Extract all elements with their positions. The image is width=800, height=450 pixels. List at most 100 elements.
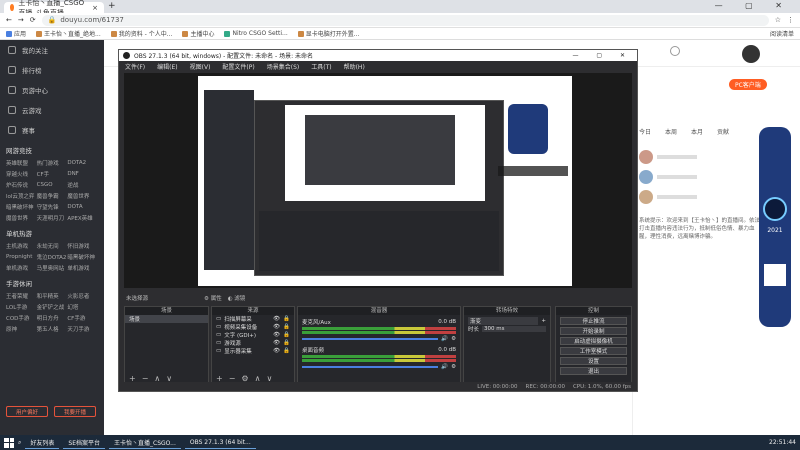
menu-file[interactable]: 文件(F) [125,62,145,71]
category-link[interactable]: 魔兽争霸 [37,192,68,200]
taskbar-item[interactable]: OBS 27.1.3 (64 bit... [184,436,256,449]
user-pref-button[interactable]: 用户偏好 [6,406,48,417]
reload-icon[interactable]: ⟳ [30,16,36,24]
control-button[interactable]: 停止推流 [560,317,627,325]
props-button[interactable]: ⚙ 属性 [204,294,222,302]
search-icon[interactable]: ⌕ [18,439,21,447]
bookmark-2[interactable]: 我的资料 - 个人中... [110,29,172,38]
control-button[interactable]: 工作室模式 [560,347,627,355]
menu-scene-collection[interactable]: 场景集合(S) [267,62,300,71]
bookmark-3[interactable]: 主播中心 [182,29,214,38]
bell-icon[interactable] [670,46,680,56]
category-link[interactable]: 火影忍者 [67,292,98,300]
lock-icon[interactable]: 🔒 [283,316,290,322]
tab-contrib[interactable]: 贡献 [717,127,729,136]
category-link[interactable]: 守望先锋 [37,203,68,211]
speaker-icon[interactable]: 🔊 [441,336,448,342]
tab-month[interactable]: 本月 [691,127,703,136]
control-button[interactable]: 设置 [560,357,627,365]
category-link[interactable]: 怀旧游戏 [67,242,98,250]
category-link[interactable]: CSGO [37,182,68,188]
category-link[interactable]: Propnight [6,254,37,260]
category-link[interactable]: 原神 [6,325,37,333]
pc-client-badge[interactable]: PC客户端 [729,79,767,90]
control-button[interactable]: 退出 [560,367,627,375]
source-item[interactable]: ▭ 扫描屏幕采 👁 🔒 [212,315,294,323]
source-item[interactable]: ▭ 游戏源 👁 🔒 [212,339,294,347]
bookmark-5[interactable]: 显卡电脑打开外置... [297,29,360,38]
category-link[interactable]: 马里奥网站 [37,264,68,272]
eye-icon[interactable]: 👁 [273,340,280,346]
category-link[interactable]: 天涯明月刀 [37,214,68,222]
bookmark-4[interactable]: Nitro CSGO Setti... [224,30,288,37]
taskbar-item[interactable]: 好友列表 [25,436,60,449]
menu-tools[interactable]: 工具(T) [311,62,331,71]
bookmark-1[interactable]: 王卡怡丶直播_绝地... [36,29,101,38]
source-item[interactable]: ▭ 文字 (GDI+) 👁 🔒 [212,331,294,339]
lock-icon[interactable]: 🔒 [283,332,290,338]
tab-today[interactable]: 今日 [639,127,651,136]
category-link[interactable]: 炉石传说 [6,181,37,189]
category-link[interactable]: 魔兽世界 [6,214,37,222]
duration-input[interactable]: 300 ms [482,326,546,332]
bookmark-apps[interactable]: 应用 [6,29,26,38]
window-controls[interactable]: — ▢ ✕ [572,52,633,59]
menu-view[interactable]: 视图(V) [190,62,211,71]
gear-icon[interactable]: ⚙ [451,364,456,370]
category-link[interactable]: COD手游 [6,314,37,322]
new-tab-button[interactable]: + [108,1,116,11]
control-button[interactable]: 开始录制 [560,327,627,335]
lock-icon[interactable]: 🔒 [283,340,290,346]
category-link[interactable]: 明日方舟 [37,314,68,322]
category-link[interactable]: DOTA [67,204,98,210]
window-controls[interactable]: — ▢ ✕ [715,1,792,10]
menu-profile[interactable]: 配置文件(P) [222,62,254,71]
category-link[interactable]: lol云顶之弈 [6,192,37,200]
gear-icon[interactable]: ⚙ [451,336,456,342]
category-link[interactable]: 热门游戏 [37,159,68,167]
category-link[interactable]: DOTA2 [67,160,98,166]
volume-slider[interactable] [302,338,439,340]
windows-start-icon[interactable] [4,437,14,448]
category-link[interactable]: CF手游 [67,314,98,322]
sidebar-item-events[interactable]: 赛事 [0,120,104,140]
category-link[interactable]: 金铲铲之战 [37,303,68,311]
taskbar-item[interactable]: 王卡怡丶直播_CSGO... [109,436,181,449]
add-icon[interactable]: + [541,318,546,324]
category-link[interactable]: 幻塔 [67,303,98,311]
category-link[interactable]: 暗黑破坏神 [67,253,98,261]
eye-icon[interactable]: 👁 [273,348,280,354]
url-input[interactable]: 🔒 douyu.com/61737 [41,14,769,26]
back-icon[interactable]: ← [6,16,12,24]
category-link[interactable]: CF手 [37,170,68,178]
sidebar-item-games[interactable]: 页游中心 [0,80,104,100]
tab-week[interactable]: 本周 [665,127,677,136]
category-link[interactable]: 单机游戏 [6,264,37,272]
lock-icon[interactable]: 🔒 [283,324,290,330]
category-link[interactable]: DNF [67,171,98,177]
category-link[interactable]: LOL手游 [6,303,37,311]
close-icon[interactable]: × [92,4,98,12]
category-link[interactable]: 暗黑破坏神 [6,203,37,211]
menu-edit[interactable]: 编辑(E) [157,62,177,71]
eye-icon[interactable]: 👁 [273,316,280,322]
eye-icon[interactable]: 👁 [273,332,280,338]
category-link[interactable]: 天刀手游 [67,325,98,333]
scene-item[interactable]: 场景 [125,315,208,323]
category-link[interactable]: 英雄联盟 [6,159,37,167]
sidebar-item-cloud[interactable]: 云游戏 [0,100,104,120]
category-link[interactable]: APEX英雄 [67,214,98,222]
speaker-icon[interactable]: 🔊 [441,364,448,370]
volume-slider[interactable] [302,366,439,368]
menu-icon[interactable]: ⋮ [787,16,794,24]
category-link[interactable]: 王者荣耀 [6,292,37,300]
category-link[interactable]: 主机游戏 [6,242,37,250]
browser-tab[interactable]: 王卡怡丶直播_CSGO直播_斗鱼直播 × [4,0,104,17]
taskbar-item[interactable]: SE档案平台 [63,436,105,449]
transition-select[interactable]: 渐变 + [464,317,550,325]
filters-button[interactable]: ◐ 滤镜 [228,294,246,302]
reading-list[interactable]: 阅读清单 [770,29,794,38]
obs-preview[interactable] [124,73,632,288]
category-link[interactable]: 逆战 [67,181,98,189]
avatar[interactable] [742,45,760,63]
